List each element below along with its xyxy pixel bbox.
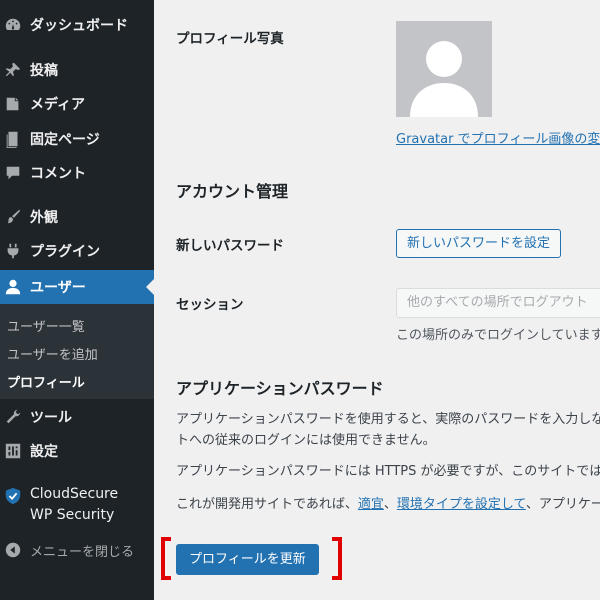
comment-icon: [3, 163, 23, 183]
users-submenu: ユーザー一覧 ユーザーを追加 プロフィール: [0, 304, 154, 399]
sidebar-item-label: 固定ページ: [30, 132, 100, 148]
sessions-label: セッション: [176, 297, 244, 313]
dev-site-notice-prefix: これが開発用サイトであれば、: [176, 497, 358, 512]
dev-site-notice-separator: 、: [383, 497, 397, 512]
set-new-password-button[interactable]: 新しいパスワードを設定: [396, 229, 562, 258]
highlight-bracket-left: [161, 537, 171, 580]
new-password-label: 新しいパスワード: [176, 238, 284, 254]
sidebar-item-tools[interactable]: ツール: [0, 406, 154, 428]
media-icon: [3, 94, 23, 114]
sidebar-item-dashboard[interactable]: ダッシュボード: [0, 14, 154, 36]
update-profile-button[interactable]: プロフィールを更新: [176, 544, 319, 575]
gravatar-link[interactable]: Gravatar でプロフィール画像の変更が可能です。: [396, 128, 600, 147]
collapse-menu-button[interactable]: メニューを閉じる: [0, 539, 154, 561]
highlight-bracket-right: [332, 537, 342, 580]
profile-content: プロフィール写真 Gravatar でプロフィール画像の変更が可能です。 アカウ…: [154, 0, 600, 600]
brush-icon: [3, 207, 23, 227]
sidebar-item-label: 設定: [30, 444, 58, 460]
page-icon: [3, 129, 23, 149]
submenu-item-all-users[interactable]: ユーザー一覧: [7, 316, 85, 335]
sidebar-item-pages[interactable]: 固定ページ: [0, 128, 154, 150]
pin-icon: [3, 60, 23, 80]
logout-everywhere-button: 他のすべての場所でログアウト: [396, 288, 600, 318]
wrench-icon: [3, 407, 23, 427]
https-required-notice: アプリケーションパスワードには HTTPS が必要ですが、このサイトではそれ: [176, 464, 600, 479]
admin-sidebar: ダッシュボード 投稿 メディア 固定ページ コメント 外観 プラグイン ユーザー…: [0, 0, 154, 600]
dev-site-notice: これが開発用サイトであれば、適宜、環境タイプを設定して、アプリケーションパスワー…: [176, 494, 600, 515]
sidebar-item-plugins[interactable]: プラグイン: [0, 240, 154, 262]
session-description: この場所のみでログインしています。: [396, 328, 600, 343]
dashboard-icon: [3, 15, 23, 35]
sidebar-item-label: メディア: [30, 97, 86, 113]
sidebar-item-label: ツール: [30, 410, 72, 426]
sidebar-item-appearance[interactable]: 外観: [0, 206, 154, 228]
sidebar-item-label: ダッシュボード: [30, 18, 128, 34]
sidebar-item-label: ユーザー: [30, 280, 86, 296]
user-icon: [3, 277, 23, 297]
sidebar-item-users[interactable]: ユーザー: [0, 270, 154, 304]
sidebar-item-label: CloudSecure WP Security: [30, 486, 119, 523]
settings-icon: [3, 441, 23, 461]
collapse-icon: [3, 540, 23, 560]
shield-icon: [3, 486, 23, 506]
sidebar-item-label: プラグイン: [30, 244, 100, 260]
app-passwords-description-line1: アプリケーションパスワードを使用すると、実際のパスワードを入力しなくても: [176, 412, 600, 427]
sidebar-item-cloudsecure[interactable]: CloudSecure WP Security: [0, 484, 154, 528]
sidebar-item-posts[interactable]: 投稿: [0, 59, 154, 81]
plugin-icon: [3, 241, 23, 261]
sidebar-item-label: コメント: [30, 166, 86, 182]
app-passwords-description-line2: トへの従来のログインには使用できません。: [176, 433, 436, 448]
as-appropriate-link[interactable]: 適宜: [358, 497, 384, 512]
application-passwords-heading: アプリケーションパスワード: [176, 379, 384, 398]
avatar-silhouette-icon: [410, 41, 478, 117]
set-environment-type-link[interactable]: 環境タイプを設定して: [397, 497, 526, 512]
sidebar-item-comments[interactable]: コメント: [0, 162, 154, 184]
submenu-item-profile[interactable]: プロフィール: [7, 372, 85, 391]
sidebar-item-settings[interactable]: 設定: [0, 440, 154, 462]
sidebar-item-media[interactable]: メディア: [0, 93, 154, 115]
submenu-item-add-user[interactable]: ユーザーを追加: [7, 344, 98, 363]
sidebar-item-label: 投稿: [30, 63, 58, 79]
dev-site-notice-suffix: 、アプリケーションパスワード: [525, 497, 600, 512]
sidebar-item-label: 外観: [30, 210, 58, 226]
sidebar-item-label: メニューを閉じる: [30, 544, 135, 560]
account-management-heading: アカウント管理: [176, 182, 289, 201]
profile-photo-label: プロフィール写真: [176, 31, 284, 47]
avatar: [396, 21, 492, 117]
